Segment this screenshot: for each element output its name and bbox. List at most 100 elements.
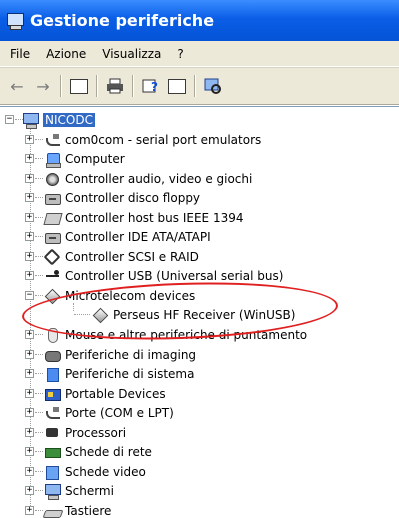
view-icon (168, 79, 186, 94)
system-icon (44, 366, 61, 382)
view-button[interactable] (166, 75, 188, 97)
expand-toggle[interactable]: + (25, 232, 34, 241)
toolbar-separator (132, 75, 134, 97)
floppy-icon (44, 190, 61, 206)
tree-connector (35, 510, 43, 511)
expand-toggle[interactable]: + (25, 350, 34, 359)
menu-file[interactable]: File (4, 47, 36, 61)
tree-item-label: com0com - serial port emulators (65, 133, 261, 147)
expand-toggle[interactable]: + (25, 408, 34, 417)
print-button[interactable] (104, 75, 126, 97)
tree-item-com0com[interactable]: + com0com - serial port emulators (25, 130, 261, 149)
menu-visualizza[interactable]: Visualizza (96, 47, 167, 61)
tree-item-ieee1394[interactable]: + Controller host bus IEEE 1394 (25, 208, 244, 227)
expand-toggle[interactable]: + (25, 330, 34, 339)
imaging-icon (44, 347, 61, 363)
tree-item-audio[interactable]: + Controller audio, video e giochi (25, 169, 252, 188)
properties-button[interactable] (68, 75, 90, 97)
expand-toggle[interactable]: + (25, 486, 34, 495)
audio-icon (44, 171, 61, 187)
portable-icon (44, 386, 61, 402)
menu-azione[interactable]: Azione (40, 47, 92, 61)
tree-item-label: Perseus HF Receiver (WinUSB) (113, 308, 295, 322)
tree-item-ports[interactable]: + Porte (COM e LPT) (25, 403, 174, 422)
tree-connector (35, 217, 43, 218)
tree-root[interactable]: − NICODC (5, 110, 95, 129)
usb-icon (44, 268, 61, 284)
tree-item-monitors[interactable]: + Schermi (25, 481, 114, 500)
tree-connector (35, 432, 43, 433)
expand-toggle[interactable]: + (25, 389, 34, 398)
tree-item-label: Mouse e altre periferiche di puntamento (65, 328, 307, 342)
tree-connector (74, 314, 90, 315)
computer-icon (44, 151, 61, 167)
title-bar: Gestione periferiche (0, 0, 399, 41)
tree-item-label: Controller IDE ATA/ATAPI (65, 230, 211, 244)
tree-item-label: Schede di rete (65, 445, 152, 459)
forward-arrow-icon: → (36, 77, 49, 96)
tree-item-label: Controller host bus IEEE 1394 (65, 211, 244, 225)
port-icon (44, 405, 61, 421)
tree-item-mouse[interactable]: + Mouse e altre periferiche di puntament… (25, 325, 307, 344)
network-icon (44, 444, 61, 460)
ide-icon (44, 229, 61, 245)
tree-item-portable[interactable]: + Portable Devices (25, 384, 166, 403)
help-icon: ? (142, 78, 160, 94)
tree-item-network[interactable]: + Schede di rete (25, 442, 152, 461)
tree-item-system[interactable]: + Periferiche di sistema (25, 364, 194, 383)
expand-toggle[interactable]: + (25, 506, 34, 515)
tree-item-scsi[interactable]: + Controller SCSI e RAID (25, 247, 199, 266)
tree-item-floppy[interactable]: + Controller disco floppy (25, 188, 200, 207)
expand-toggle[interactable]: + (25, 135, 34, 144)
tree-connector (35, 236, 43, 237)
tree-item-perseus[interactable]: Perseus HF Receiver (WinUSB) (74, 305, 295, 324)
tree-connector (35, 471, 43, 472)
expand-toggle[interactable]: + (25, 193, 34, 202)
toolbar-separator (96, 75, 98, 97)
forward-button[interactable]: → (32, 75, 54, 97)
tree-connector (35, 197, 43, 198)
tree-item-label: Schede video (65, 465, 146, 479)
root-label: NICODC (43, 113, 95, 127)
tree-connector (35, 256, 43, 257)
tree-item-label: Porte (COM e LPT) (65, 406, 174, 420)
tree-connector (35, 373, 43, 374)
keyboard-icon (44, 503, 61, 518)
tree-item-label: Controller SCSI e RAID (65, 250, 199, 264)
menu-help[interactable]: ? (171, 47, 189, 61)
expand-toggle[interactable]: + (25, 174, 34, 183)
help-button[interactable]: ? (140, 75, 162, 97)
tree-item-keyboards[interactable]: + Tastiere (25, 501, 111, 518)
expand-toggle[interactable]: + (25, 252, 34, 261)
tree-connector (35, 295, 43, 296)
tree-item-computer[interactable]: + Computer (25, 149, 125, 168)
expand-toggle[interactable]: + (25, 369, 34, 378)
collapse-toggle[interactable]: − (5, 115, 14, 124)
tree-connector (35, 158, 43, 159)
monitor-icon (44, 483, 61, 499)
expand-toggle[interactable]: + (25, 213, 34, 222)
tree-connector (35, 275, 43, 276)
tree-item-cpu[interactable]: + Processori (25, 423, 126, 442)
back-button[interactable]: ← (6, 75, 28, 97)
tree-connector (35, 393, 43, 394)
scan-hardware-button[interactable] (202, 75, 224, 97)
tree-item-microtelecom[interactable]: − Microtelecom devices (25, 286, 195, 305)
tree-item-video[interactable]: + Schede video (25, 462, 146, 481)
expand-toggle[interactable]: + (25, 271, 34, 280)
tree-item-label: Controller USB (Universal serial bus) (65, 269, 283, 283)
tree-item-label: Schermi (65, 484, 114, 498)
collapse-toggle[interactable]: − (25, 291, 34, 300)
expand-toggle[interactable]: + (25, 154, 34, 163)
scan-hardware-icon (204, 78, 222, 94)
expand-toggle[interactable]: + (25, 447, 34, 456)
expand-toggle[interactable]: + (25, 428, 34, 437)
print-icon (106, 78, 124, 94)
expand-toggle[interactable]: + (25, 467, 34, 476)
tree-connector (35, 412, 43, 413)
scsi-icon (44, 249, 61, 265)
tree-item-ide[interactable]: + Controller IDE ATA/ATAPI (25, 227, 211, 246)
tree-item-usb[interactable]: + Controller USB (Universal serial bus) (25, 266, 283, 285)
tree-item-imaging[interactable]: + Periferiche di imaging (25, 345, 196, 364)
toolbar-separator (194, 75, 196, 97)
